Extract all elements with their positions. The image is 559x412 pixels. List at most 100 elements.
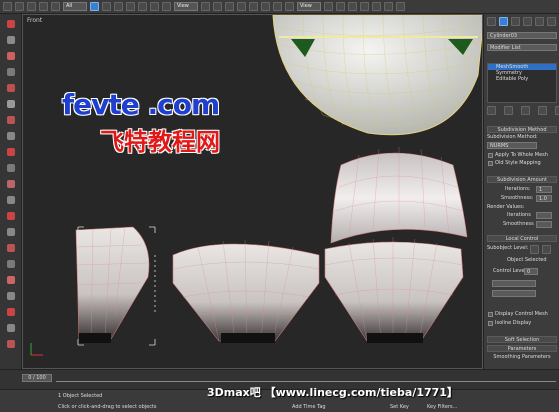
old-style-mapping-checkbox[interactable]: Old Style Mapping xyxy=(487,160,557,167)
rollout-parameters[interactable]: Parameters xyxy=(487,345,557,352)
apply-to-whole-mesh-checkbox[interactable]: Apply To Whole Mesh xyxy=(487,152,557,159)
rollout-local-control[interactable]: Local Control xyxy=(487,235,557,242)
percent-snap-icon[interactable] xyxy=(249,2,258,11)
pin-stack-icon[interactable] xyxy=(487,106,496,115)
mirror-icon[interactable] xyxy=(273,2,282,11)
material-editor-icon[interactable] xyxy=(360,2,369,11)
remove-modifier-icon[interactable] xyxy=(538,106,547,115)
create-tab-icon[interactable] xyxy=(487,17,496,26)
checkbox-icon xyxy=(488,312,493,317)
connect-icon[interactable] xyxy=(7,84,15,92)
snap-icon[interactable] xyxy=(225,2,234,11)
pivot-center-icon[interactable] xyxy=(201,2,210,11)
window-crossing-icon[interactable] xyxy=(126,2,135,11)
undo-icon[interactable] xyxy=(3,2,12,11)
swift-loop-icon[interactable] xyxy=(7,68,15,76)
rollout-subdivision-amount[interactable]: Subdivision Amount xyxy=(487,176,557,183)
rollout-soft-selection[interactable]: Soft Selection xyxy=(487,336,557,343)
select-by-name-icon[interactable] xyxy=(102,2,111,11)
bind-space-warp-icon[interactable] xyxy=(51,2,60,11)
extrude-icon[interactable] xyxy=(7,116,15,124)
view-select-2[interactable]: View xyxy=(297,2,321,11)
scale-icon[interactable] xyxy=(162,2,171,11)
vertex-level-icon[interactable] xyxy=(530,245,539,254)
weld-icon[interactable] xyxy=(7,148,15,156)
checkbox-checked-icon xyxy=(488,321,493,326)
render-setup-icon[interactable] xyxy=(372,2,381,11)
configure-sets-icon[interactable] xyxy=(555,106,559,115)
rotate-icon[interactable] xyxy=(150,2,159,11)
quick-render-icon[interactable] xyxy=(396,2,405,11)
bridge-icon[interactable] xyxy=(7,132,15,140)
modifier-stack: MeshSmooth Symmetry Editable Poly xyxy=(487,63,557,103)
unlink-icon[interactable] xyxy=(39,2,48,11)
smoothing-parameters-label: Smoothing Parameters xyxy=(493,354,551,360)
layer-manager-icon[interactable] xyxy=(324,2,333,11)
set-key-button[interactable]: Set Key xyxy=(390,404,409,410)
display-control-mesh-label: Display Control Mesh xyxy=(495,311,548,317)
isoline-display-checkbox[interactable]: Isoline Display xyxy=(487,320,557,327)
stack-item-editable-poly[interactable]: Editable Poly xyxy=(488,76,556,82)
key-filters-button[interactable]: Key Filters... xyxy=(427,404,457,410)
paint-deform-icon[interactable] xyxy=(7,308,15,316)
iterations-spinner[interactable]: 1 xyxy=(536,186,552,193)
inset-icon[interactable] xyxy=(7,180,15,188)
make-unique-icon[interactable] xyxy=(521,106,530,115)
render-iterations-spinner[interactable] xyxy=(536,212,552,219)
edge-level-icon[interactable] xyxy=(542,245,551,254)
render-smoothness-spinner[interactable] xyxy=(536,221,552,228)
crease-field[interactable] xyxy=(492,280,536,287)
display-tab-icon[interactable] xyxy=(535,17,544,26)
relax-icon[interactable] xyxy=(7,244,15,252)
spinner-snap-icon[interactable] xyxy=(261,2,270,11)
smoothness-spinner[interactable]: 1.0 xyxy=(536,195,552,202)
band-object xyxy=(330,147,468,244)
graphite-tool-icon[interactable] xyxy=(7,20,15,28)
shift-icon[interactable] xyxy=(7,324,15,332)
isoline-display-label: Isoline Display xyxy=(495,320,532,326)
modify-tab-icon[interactable] xyxy=(499,17,508,26)
link-icon[interactable] xyxy=(27,2,36,11)
object-name-field[interactable]: Cylinder03 xyxy=(487,32,557,39)
add-time-tag-button[interactable]: Add Time Tag xyxy=(292,404,326,410)
track-bar[interactable] xyxy=(56,376,556,382)
redo-icon[interactable] xyxy=(15,2,24,11)
curve-editor-icon[interactable] xyxy=(336,2,345,11)
align-icon[interactable] xyxy=(285,2,294,11)
move-icon[interactable] xyxy=(138,2,147,11)
display-control-mesh-checkbox[interactable]: Display Control Mesh xyxy=(487,311,557,318)
rollout-subdivision-method[interactable]: Subdivision Method xyxy=(487,126,557,133)
select-object-icon[interactable] xyxy=(90,2,99,11)
show-end-result-icon[interactable] xyxy=(504,106,513,115)
cut-tool-icon[interactable] xyxy=(7,52,15,60)
rect-selection-icon[interactable] xyxy=(114,2,123,11)
tessellate-icon[interactable] xyxy=(7,276,15,284)
reference-coord-select[interactable]: View xyxy=(174,2,198,11)
edit-tool-icon[interactable] xyxy=(7,36,15,44)
outline-icon[interactable] xyxy=(7,212,15,220)
subdivision-method-select[interactable]: NURMS xyxy=(487,142,537,149)
select-manipulate-icon[interactable] xyxy=(213,2,222,11)
chamfer-icon[interactable] xyxy=(7,100,15,108)
modifier-list-dropdown[interactable]: Modifier List xyxy=(487,44,557,51)
time-slider[interactable]: 0 / 100 xyxy=(22,374,52,382)
front-viewport[interactable]: Front xyxy=(22,14,483,369)
bevel-icon[interactable] xyxy=(7,196,15,204)
push-pull-icon[interactable] xyxy=(7,340,15,348)
selection-filter-select[interactable]: All xyxy=(63,2,87,11)
weight-field[interactable] xyxy=(492,290,536,297)
viewport-scene xyxy=(30,15,482,356)
hierarchy-tab-icon[interactable] xyxy=(511,17,520,26)
smooth-icon[interactable] xyxy=(7,260,15,268)
control-level-spinner[interactable]: 0 xyxy=(524,268,538,275)
left-tool-strip xyxy=(0,14,22,369)
schematic-view-icon[interactable] xyxy=(348,2,357,11)
utilities-tab-icon[interactable] xyxy=(547,17,556,26)
hinge-icon[interactable] xyxy=(7,228,15,236)
target-weld-icon[interactable] xyxy=(7,164,15,172)
angle-snap-icon[interactable] xyxy=(237,2,246,11)
render-frame-icon[interactable] xyxy=(384,2,393,11)
collapse-icon[interactable] xyxy=(7,292,15,300)
apply-to-whole-mesh-label: Apply To Whole Mesh xyxy=(495,152,548,158)
motion-tab-icon[interactable] xyxy=(523,17,532,26)
